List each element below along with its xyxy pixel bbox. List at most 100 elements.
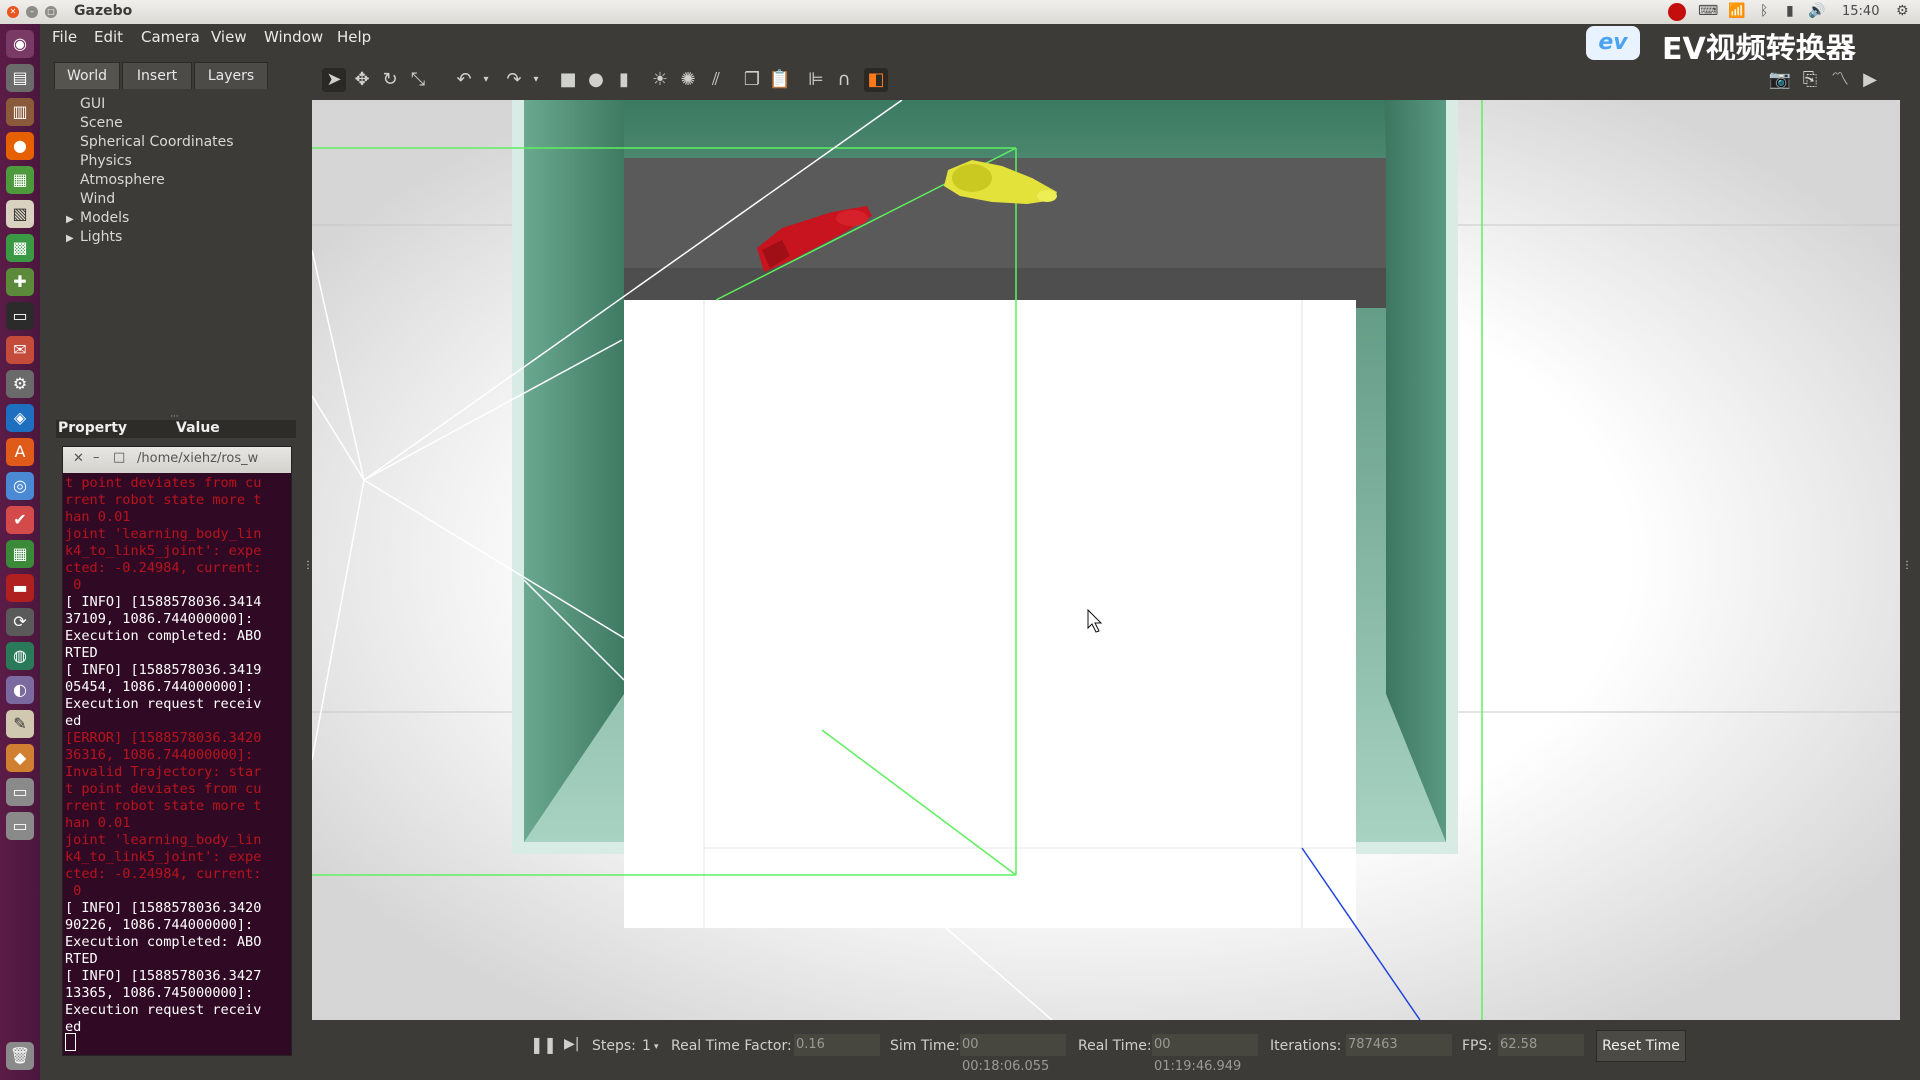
- property-column-header: Property: [58, 420, 128, 436]
- battery-icon[interactable]: ▮: [1786, 3, 1794, 19]
- chrome-icon[interactable]: ◎: [6, 472, 34, 500]
- menu-edit[interactable]: Edit: [94, 28, 123, 46]
- scale-mode-icon[interactable]: ⤡: [406, 68, 430, 92]
- volume-icon[interactable]: 🔊: [1808, 3, 1825, 19]
- menu-help[interactable]: Help: [337, 28, 371, 46]
- spreadsheet-icon[interactable]: ▦: [6, 540, 34, 568]
- trash-icon[interactable]: 🗑: [6, 1042, 34, 1070]
- terminal-window[interactable]: ✕ – □ /home/xiehz/ros_w t point deviates…: [62, 446, 292, 1056]
- terminal-line: RTED: [65, 951, 98, 967]
- mail-icon[interactable]: ✉: [6, 336, 34, 364]
- document-viewer-icon[interactable]: ▧: [6, 200, 34, 228]
- undo-dropdown-icon[interactable]: ▾: [474, 68, 498, 92]
- terminal-line: joint 'learning_body_lin: [65, 832, 262, 848]
- translate-mode-icon[interactable]: ✥: [350, 68, 374, 92]
- drive-icon[interactable]: ▭: [6, 778, 34, 806]
- video-record-icon[interactable]: ▶: [1858, 68, 1882, 92]
- app-icon-red[interactable]: ✔: [6, 506, 34, 534]
- record-indicator-icon[interactable]: [1668, 3, 1686, 21]
- tree-item-lights[interactable]: Lights: [80, 229, 122, 245]
- tab-insert[interactable]: Insert: [122, 62, 192, 89]
- expand-arrow-icon[interactable]: ▶: [66, 214, 74, 225]
- tree-item-gui[interactable]: GUI: [80, 96, 105, 112]
- pause-icon[interactable]: ❚❚: [530, 1035, 557, 1054]
- tree-item-physics[interactable]: Physics: [80, 153, 132, 169]
- reset-time-button[interactable]: Reset Time: [1596, 1030, 1686, 1062]
- sphere-shape-icon[interactable]: ●: [584, 68, 608, 92]
- maximize-window-icon[interactable]: □: [45, 6, 57, 18]
- copy-icon[interactable]: ❐: [740, 68, 764, 92]
- select-mode-icon[interactable]: ➤: [322, 68, 346, 92]
- calc-icon[interactable]: ▩: [6, 234, 34, 262]
- drive-2-icon[interactable]: ▭: [6, 812, 34, 840]
- tree-item-spherical-coordinates[interactable]: Spherical Coordinates: [80, 134, 234, 150]
- close-window-icon[interactable]: ✕: [7, 6, 19, 18]
- terminal-line: 13365, 1086.745000000]:: [65, 985, 254, 1001]
- menu-window[interactable]: Window: [264, 28, 323, 46]
- terminal-icon[interactable]: ▭: [6, 302, 34, 330]
- screenshot-icon[interactable]: 📷: [1768, 68, 1792, 92]
- update-icon[interactable]: ⟳: [6, 608, 34, 636]
- bluetooth-icon[interactable]: ᛒ: [1760, 3, 1768, 19]
- globe-icon[interactable]: ◍: [6, 642, 34, 670]
- plot-icon[interactable]: 〽: [1828, 68, 1852, 92]
- terminal-output[interactable]: t point deviates from cu rrent robot stat…: [65, 475, 289, 1051]
- gazebo-icon[interactable]: ◆: [6, 744, 34, 772]
- steps-dropdown-icon[interactable]: ▾: [654, 1042, 659, 1052]
- splitter-handle-icon[interactable]: ⋮: [1902, 560, 1912, 571]
- tree-item-models[interactable]: Models: [80, 210, 129, 226]
- cylinder-shape-icon[interactable]: ▮: [612, 68, 636, 92]
- terminal-line: ed: [65, 1019, 82, 1035]
- spot-light-icon[interactable]: ✺: [676, 68, 700, 92]
- align-icon[interactable]: ⊫: [804, 68, 828, 92]
- undo-icon[interactable]: ↶: [452, 68, 476, 92]
- firefox-icon[interactable]: ●: [6, 132, 34, 160]
- tree-item-wind[interactable]: Wind: [80, 191, 115, 207]
- step-icon[interactable]: ▶|: [564, 1036, 579, 1052]
- tab-layers[interactable]: Layers: [194, 62, 268, 89]
- view-angle-icon[interactable]: ◧: [864, 68, 888, 92]
- tab-world[interactable]: World: [54, 62, 120, 89]
- box-shape-icon[interactable]: ■: [556, 68, 580, 92]
- terminal-line: rrent robot state more t: [65, 492, 262, 508]
- archive-icon[interactable]: ▥: [6, 98, 34, 126]
- settings-gear-icon[interactable]: ⚙: [1896, 3, 1909, 19]
- terminal-maximize-icon[interactable]: □: [113, 450, 125, 465]
- tree-item-atmosphere[interactable]: Atmosphere: [80, 172, 165, 188]
- system-settings-icon[interactable]: ⚙: [6, 370, 34, 398]
- sim-time-value: 00 00:18:06.055: [960, 1034, 1066, 1074]
- steps-value[interactable]: 1: [642, 1038, 651, 1054]
- software-center-icon[interactable]: A: [6, 438, 34, 466]
- text-editor-icon[interactable]: ✎: [6, 710, 34, 738]
- presentation-icon[interactable]: ▬: [6, 574, 34, 602]
- point-light-icon[interactable]: ☀: [648, 68, 672, 92]
- terminal-minimize-icon[interactable]: –: [93, 450, 100, 465]
- files-icon[interactable]: ▤: [6, 64, 34, 92]
- disk-icon[interactable]: ◐: [6, 676, 34, 704]
- snap-icon[interactable]: ∩: [832, 68, 856, 92]
- expand-arrow-icon[interactable]: ▶: [66, 233, 74, 244]
- wifi-icon[interactable]: 📶: [1728, 3, 1745, 19]
- tree-item-scene[interactable]: Scene: [80, 115, 123, 131]
- paste-icon[interactable]: 📋: [768, 68, 792, 92]
- scene-view[interactable]: [312, 100, 1900, 1020]
- real-time-label: Real Time:: [1078, 1038, 1152, 1054]
- writer-icon[interactable]: ▦: [6, 166, 34, 194]
- menu-camera[interactable]: Camera: [141, 28, 200, 46]
- keyboard-icon[interactable]: ⌨: [1698, 3, 1718, 19]
- log-icon[interactable]: ⎘: [1798, 68, 1822, 92]
- scene-render[interactable]: [312, 100, 1900, 1020]
- dash-search-icon[interactable]: ◉: [6, 30, 34, 58]
- app-grid-icon[interactable]: ✚: [6, 268, 34, 296]
- terminal-close-icon[interactable]: ✕: [73, 451, 84, 466]
- menu-file[interactable]: File: [52, 28, 77, 46]
- rotate-mode-icon[interactable]: ↻: [378, 68, 402, 92]
- redo-icon[interactable]: ↷: [502, 68, 526, 92]
- clock[interactable]: 15:40: [1842, 4, 1879, 19]
- redo-dropdown-icon[interactable]: ▾: [524, 68, 548, 92]
- minimize-window-icon[interactable]: –: [26, 6, 38, 18]
- menu-view[interactable]: View: [211, 28, 247, 46]
- directional-light-icon[interactable]: ⫽: [704, 68, 728, 92]
- vscode-icon[interactable]: ◈: [6, 404, 34, 432]
- splitter-handle-icon[interactable]: ⋮: [303, 560, 313, 571]
